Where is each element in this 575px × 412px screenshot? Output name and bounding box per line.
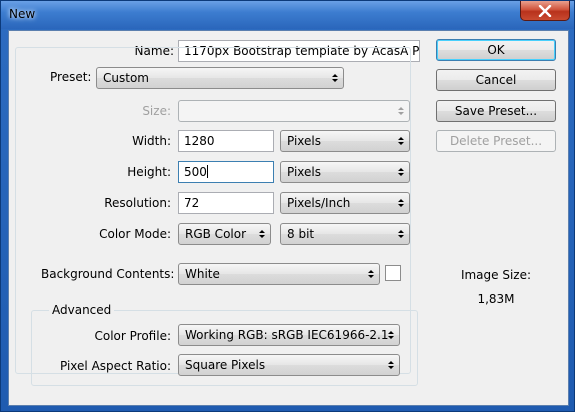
color-mode-label: Color Mode: [99,227,171,241]
title-bar[interactable]: New [1,1,574,29]
updown-arrow-icon [397,105,405,117]
size-label: Size: [142,104,171,118]
save-preset-button[interactable]: Save Preset... [436,100,556,122]
preset-value: Custom [103,71,149,85]
width-unit-select[interactable]: Pixels [280,130,410,152]
preset-select[interactable]: Custom [96,67,344,89]
cancel-button[interactable]: Cancel [436,69,556,91]
window-title: New [9,7,36,21]
updown-arrow-icon [387,359,395,371]
background-contents-label: Background Contents: [41,267,175,281]
color-profile-value: Working RGB: sRGB IEC61966-2.1 [185,328,389,342]
updown-arrow-icon [387,329,395,341]
color-mode-value: RGB Color [185,227,247,241]
pixel-aspect-ratio-value: Square Pixels [185,358,266,372]
updown-arrow-icon [397,228,405,240]
image-size-label: Image Size: [460,268,532,282]
background-contents-value: White [185,267,220,281]
updown-arrow-icon [331,72,339,84]
bit-depth-select[interactable]: 8 bit [280,223,410,245]
bit-depth-value: 8 bit [287,227,315,241]
resolution-input[interactable]: 72 [178,192,274,214]
new-document-dialog: New Name: 1170px Bootstrap template by A… [0,0,575,412]
background-contents-select[interactable]: White [178,263,380,285]
ok-button[interactable]: OK [436,39,556,61]
close-button[interactable] [520,1,570,21]
height-value: 500 [184,165,207,179]
width-unit-value: Pixels [287,134,322,148]
color-mode-select[interactable]: RGB Color [178,223,271,245]
pixel-aspect-ratio-label: Pixel Aspect Ratio: [60,359,171,373]
resolution-label: Resolution: [104,196,171,210]
resolution-unit-value: Pixels/Inch [287,196,351,210]
color-profile-label: Color Profile: [94,329,172,343]
updown-arrow-icon [397,197,405,209]
updown-arrow-icon [258,228,266,240]
background-color-swatch[interactable] [385,265,401,281]
pixel-aspect-ratio-select[interactable]: Square Pixels [178,354,400,376]
advanced-legend: Advanced [49,303,115,317]
height-label: Height: [127,165,171,179]
width-input[interactable]: 1280 [178,130,274,152]
updown-arrow-icon [397,166,405,178]
updown-arrow-icon [397,135,405,147]
color-profile-select[interactable]: Working RGB: sRGB IEC61966-2.1 [178,324,400,346]
width-label: Width: [132,134,171,148]
close-icon [538,4,552,17]
height-unit-value: Pixels [287,165,322,179]
updown-arrow-icon [367,268,375,280]
resolution-unit-select[interactable]: Pixels/Inch [280,192,410,214]
height-input[interactable]: 500 [178,161,274,183]
delete-preset-button: Delete Preset... [436,130,556,152]
height-unit-select[interactable]: Pixels [280,161,410,183]
preset-label: Preset: [47,70,95,84]
size-select [178,100,410,122]
text-caret [206,165,208,178]
image-size-value: 1,83M [477,292,515,306]
